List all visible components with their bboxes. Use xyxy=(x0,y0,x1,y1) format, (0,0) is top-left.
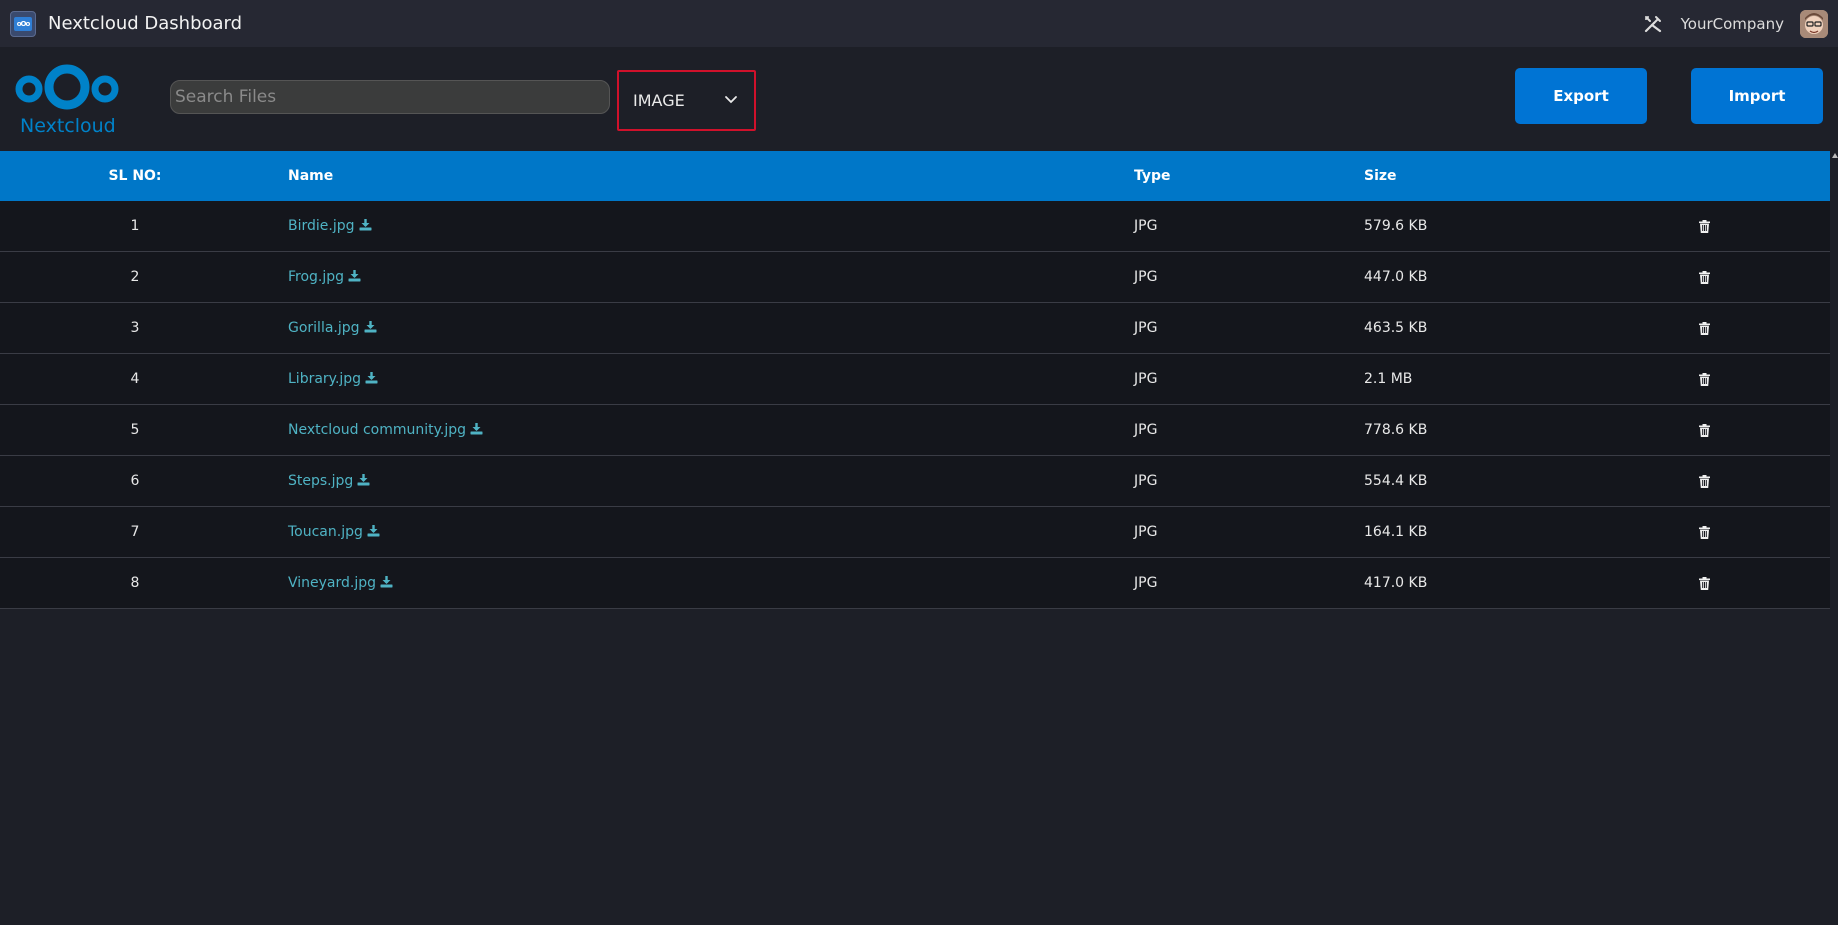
row-sl-no: 7 xyxy=(130,524,140,540)
row-type: JPG xyxy=(1134,320,1158,336)
header-size: Size xyxy=(1364,168,1397,184)
row-size: 463.5 KB xyxy=(1364,320,1428,336)
table-header: SL NO: Name Type Size xyxy=(0,151,1830,201)
table-row: 1 Birdie.jpg JPG 579.6 KB xyxy=(0,201,1830,252)
row-type: JPG xyxy=(1134,575,1158,591)
row-actions xyxy=(1654,321,1754,335)
search-input[interactable] xyxy=(170,80,610,114)
trash-icon[interactable] xyxy=(1698,372,1710,386)
trash-icon[interactable] xyxy=(1698,474,1710,488)
row-type: JPG xyxy=(1134,269,1158,285)
file-name-link[interactable]: Toucan.jpg xyxy=(288,524,363,540)
download-icon[interactable] xyxy=(367,524,380,537)
row-type: JPG xyxy=(1134,218,1158,234)
app-icon: oOo xyxy=(10,10,36,37)
file-name-link[interactable]: Birdie.jpg xyxy=(288,218,355,234)
table-row: 4 Library.jpg JPG 2.1 MB xyxy=(0,354,1830,405)
trash-icon[interactable] xyxy=(1698,219,1710,233)
row-size: 2.1 MB xyxy=(1364,371,1413,387)
row-size: 554.4 KB xyxy=(1364,473,1428,489)
row-name-cell: Vineyard.jpg xyxy=(270,575,1134,591)
row-name-cell: Steps.jpg xyxy=(270,473,1134,489)
row-sl-no: 8 xyxy=(130,575,140,591)
import-button[interactable]: Import xyxy=(1691,68,1823,124)
download-icon[interactable] xyxy=(470,422,483,435)
row-type: JPG xyxy=(1134,422,1158,438)
row-sl-no: 1 xyxy=(130,218,140,234)
row-actions xyxy=(1654,525,1754,539)
trash-icon[interactable] xyxy=(1698,576,1710,590)
row-actions xyxy=(1654,372,1754,386)
tools-icon[interactable] xyxy=(1643,14,1663,34)
download-icon[interactable] xyxy=(365,371,378,384)
row-name-cell: Birdie.jpg xyxy=(270,218,1134,234)
window-titlebar: oOo Nextcloud Dashboard YourCompany xyxy=(0,0,1838,47)
file-name-link[interactable]: Frog.jpg xyxy=(288,269,344,285)
scrollbar[interactable] xyxy=(1830,151,1838,925)
table-row: 7 Toucan.jpg JPG 164.1 KB xyxy=(0,507,1830,558)
row-type: JPG xyxy=(1134,524,1158,540)
export-button[interactable]: Export xyxy=(1515,68,1647,124)
table-row: 2 Frog.jpg JPG 447.0 KB xyxy=(0,252,1830,303)
type-filter-value: IMAGE xyxy=(633,91,685,110)
file-name-link[interactable]: Nextcloud community.jpg xyxy=(288,422,466,438)
row-actions xyxy=(1654,576,1754,590)
row-size: 164.1 KB xyxy=(1364,524,1428,540)
row-actions xyxy=(1654,270,1754,284)
table-row: 5 Nextcloud community.jpg JPG 778.6 KB xyxy=(0,405,1830,456)
row-name-cell: Gorilla.jpg xyxy=(270,320,1134,336)
file-name-link[interactable]: Vineyard.jpg xyxy=(288,575,376,591)
trash-icon[interactable] xyxy=(1698,525,1710,539)
trash-icon[interactable] xyxy=(1698,423,1710,437)
trash-icon[interactable] xyxy=(1698,270,1710,284)
row-sl-no: 2 xyxy=(130,269,140,285)
row-sl-no: 5 xyxy=(130,422,140,438)
row-sl-no: 3 xyxy=(130,320,140,336)
files-table: SL NO: Name Type Size 1 Birdie.jpg JPG 5… xyxy=(0,151,1830,609)
download-icon[interactable] xyxy=(359,218,372,231)
table-body: 1 Birdie.jpg JPG 579.6 KB 2 Frog.jpg JPG… xyxy=(0,201,1830,609)
header-sl-no: SL NO: xyxy=(108,168,162,184)
row-sl-no: 6 xyxy=(130,473,140,489)
trash-icon[interactable] xyxy=(1698,321,1710,335)
header-type: Type xyxy=(1134,168,1171,184)
scroll-up-icon[interactable] xyxy=(1832,153,1838,158)
file-name-link[interactable]: Steps.jpg xyxy=(288,473,353,489)
type-filter-select[interactable]: IMAGE xyxy=(617,70,756,131)
row-actions xyxy=(1654,423,1754,437)
row-size: 579.6 KB xyxy=(1364,218,1428,234)
row-name-cell: Frog.jpg xyxy=(270,269,1134,285)
download-icon[interactable] xyxy=(380,575,393,588)
row-size: 417.0 KB xyxy=(1364,575,1428,591)
row-name-cell: Library.jpg xyxy=(270,371,1134,387)
row-type: JPG xyxy=(1134,371,1158,387)
row-type: JPG xyxy=(1134,473,1158,489)
avatar[interactable] xyxy=(1800,9,1828,38)
row-sl-no: 4 xyxy=(130,371,140,387)
row-name-cell: Toucan.jpg xyxy=(270,524,1134,540)
row-size: 778.6 KB xyxy=(1364,422,1428,438)
header-name: Name xyxy=(288,168,334,184)
row-name-cell: Nextcloud community.jpg xyxy=(270,422,1134,438)
row-actions xyxy=(1654,219,1754,233)
toolbar: Nextcloud IMAGE Export Import xyxy=(0,47,1838,151)
table-row: 8 Vineyard.jpg JPG 417.0 KB xyxy=(0,558,1830,609)
download-icon[interactable] xyxy=(364,320,377,333)
row-actions xyxy=(1654,474,1754,488)
table-row: 3 Gorilla.jpg JPG 463.5 KB xyxy=(0,303,1830,354)
chevron-down-icon xyxy=(725,96,737,104)
table-row: 6 Steps.jpg JPG 554.4 KB xyxy=(0,456,1830,507)
download-icon[interactable] xyxy=(348,269,361,282)
window-title: Nextcloud Dashboard xyxy=(48,13,243,34)
download-icon[interactable] xyxy=(357,473,370,486)
file-name-link[interactable]: Gorilla.jpg xyxy=(288,320,360,336)
row-size: 447.0 KB xyxy=(1364,269,1428,285)
file-name-link[interactable]: Library.jpg xyxy=(288,371,361,387)
logo-text: Nextcloud xyxy=(20,115,116,137)
company-name: YourCompany xyxy=(1680,14,1784,33)
